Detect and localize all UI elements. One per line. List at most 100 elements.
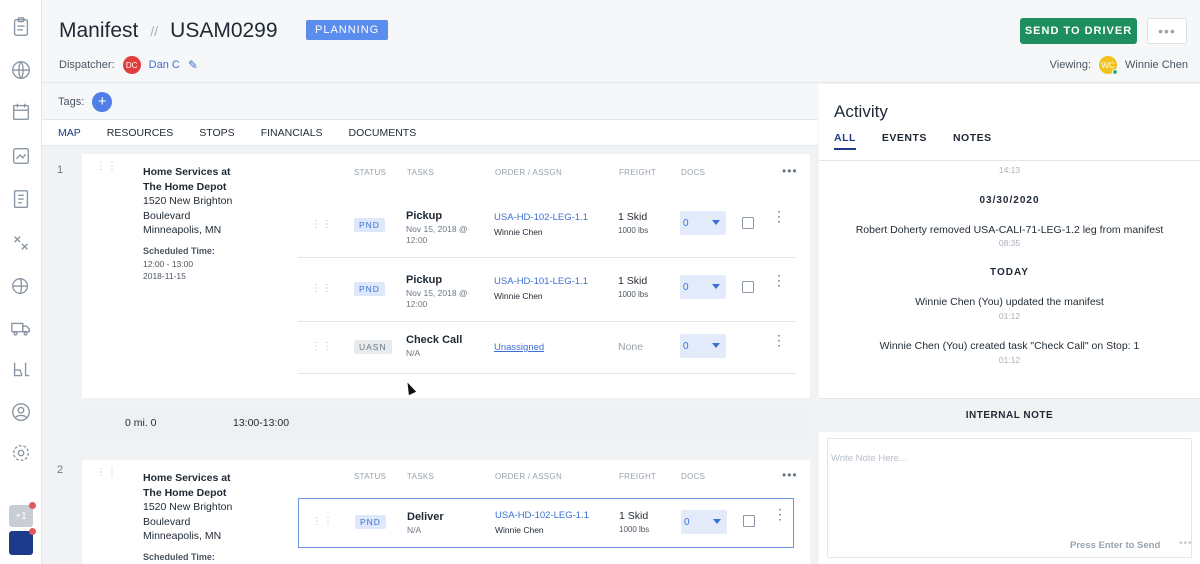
date-divider: 03/30/2020 bbox=[979, 195, 1040, 206]
more-options-button[interactable]: ••• bbox=[1147, 18, 1187, 44]
notification-badge[interactable]: +1 bbox=[9, 502, 36, 527]
docs-count: 0 bbox=[683, 217, 689, 229]
add-tag-button[interactable]: + bbox=[92, 91, 113, 112]
note-icon[interactable] bbox=[742, 217, 754, 229]
chevron-down-icon bbox=[712, 284, 720, 289]
dispatcher-name[interactable]: Dan C bbox=[149, 59, 180, 71]
task-date: Nov 15, 2018 @12:00 bbox=[406, 224, 476, 246]
task-date: N/A bbox=[407, 525, 422, 535]
docs-count: 0 bbox=[683, 281, 689, 293]
freight-weight: 1000 lbs bbox=[618, 226, 649, 235]
event-time: 01:12 bbox=[998, 355, 1021, 365]
summary-distance: 0 mi. 0 bbox=[125, 417, 157, 429]
task-name: Pickup bbox=[406, 210, 443, 222]
viewing-label: Viewing: bbox=[1049, 59, 1092, 71]
order-link[interactable]: USA-HD-102-LEG-1.1 bbox=[495, 510, 589, 521]
activity-tabs: ALL EVENTS NOTES bbox=[834, 132, 992, 150]
tab-financials[interactable]: FINANCIALS bbox=[261, 127, 323, 139]
order-link[interactable]: USA-HD-101-LEG-1.1 bbox=[494, 276, 588, 287]
invoice-icon[interactable] bbox=[9, 187, 33, 211]
col-docs: DOCS bbox=[681, 168, 706, 177]
note-input[interactable]: Write Note Here... bbox=[831, 453, 907, 464]
manifest-id: USAM0299 bbox=[170, 19, 278, 42]
send-hint: Press Enter to Send bbox=[1070, 540, 1161, 551]
stop-summary: 0 mi. 0 13:00-13:00 bbox=[82, 407, 810, 439]
col-docs: DOCS bbox=[681, 472, 706, 481]
kebab-menu-icon[interactable]: ⋮ bbox=[772, 209, 786, 223]
stop-card: ⋮⋮ Home Services at The Home Depot 1520 … bbox=[82, 154, 810, 398]
clipboard-icon[interactable] bbox=[9, 15, 33, 39]
event-text: Winnie Chen (You) created task "Check Ca… bbox=[879, 340, 1140, 352]
note-options-icon[interactable]: ••• bbox=[1179, 538, 1193, 549]
event-time: 08:35 bbox=[998, 238, 1021, 248]
tab-events[interactable]: EVENTS bbox=[882, 132, 927, 150]
tab-all[interactable]: ALL bbox=[834, 132, 856, 150]
status-badge: PLANNING bbox=[306, 20, 389, 40]
stop-name-line1: Home Services at bbox=[143, 166, 231, 178]
drag-handle-icon[interactable]: ⋮⋮ bbox=[311, 284, 333, 294]
assign-link[interactable]: Unassigned bbox=[494, 342, 544, 353]
tab-resources[interactable]: RESOURCES bbox=[107, 127, 174, 139]
task-name: Deliver bbox=[407, 511, 444, 523]
drag-handle-icon[interactable]: ⋮⋮ bbox=[96, 468, 118, 478]
order-link[interactable]: USA-HD-102-LEG-1.1 bbox=[494, 212, 588, 223]
tab-notes[interactable]: NOTES bbox=[953, 132, 992, 150]
tab-map[interactable]: MAP bbox=[58, 127, 81, 139]
routes-icon[interactable] bbox=[9, 231, 33, 255]
stop-name-line2: The Home Depot bbox=[143, 486, 227, 499]
note-icon[interactable] bbox=[742, 281, 754, 293]
location-globe-icon[interactable] bbox=[9, 274, 33, 298]
user-circle-icon[interactable] bbox=[9, 400, 33, 424]
globe-icon[interactable] bbox=[9, 58, 33, 82]
kebab-menu-icon[interactable]: ⋮ bbox=[772, 333, 786, 347]
event-time: 14:13 bbox=[998, 165, 1021, 175]
note-icon[interactable] bbox=[743, 515, 755, 527]
settings-icon[interactable] bbox=[9, 441, 33, 465]
drag-handle-icon[interactable]: ⋮⋮ bbox=[311, 220, 333, 230]
drag-handle-icon[interactable]: ⋮⋮ bbox=[311, 342, 333, 352]
docs-select[interactable]: 0 bbox=[680, 275, 726, 299]
col-order: ORDER / ASSGN bbox=[495, 472, 563, 481]
task-row[interactable]: ⋮⋮ PND Pickup Nov 15, 2018 @12:00 USA-HD… bbox=[298, 260, 796, 322]
col-tasks: TASKS bbox=[407, 472, 435, 481]
badge-dot bbox=[29, 502, 36, 509]
tags-label: Tags: bbox=[58, 95, 85, 108]
freight-weight: 1000 lbs bbox=[619, 525, 650, 534]
stop-name-line1: Home Services at bbox=[143, 472, 231, 484]
drag-handle-icon[interactable]: ⋮⋮ bbox=[96, 162, 118, 172]
activity-panel: Activity ALL EVENTS NOTES 14:13 03/30/20… bbox=[819, 84, 1200, 564]
stop-name-line2: The Home Depot bbox=[143, 180, 227, 193]
stop-number: 2 bbox=[57, 464, 64, 476]
kebab-menu-icon[interactable]: ⋮ bbox=[773, 507, 787, 521]
kebab-menu-icon[interactable]: ⋮ bbox=[772, 273, 786, 287]
drag-handle-icon[interactable]: ⋮⋮ bbox=[312, 517, 334, 527]
docs-select[interactable]: 0 bbox=[680, 211, 726, 235]
stop-menu-icon[interactable]: ••• bbox=[782, 468, 798, 482]
tab-documents[interactable]: DOCUMENTS bbox=[349, 127, 417, 139]
event-time: 01:12 bbox=[998, 311, 1021, 321]
forklift-icon[interactable] bbox=[9, 358, 33, 382]
truck-icon[interactable] bbox=[9, 316, 33, 340]
viewer-initials: WC bbox=[1101, 60, 1115, 70]
freight-qty: None bbox=[618, 341, 644, 353]
assignee: Winnie Chen bbox=[495, 525, 544, 535]
tab-stops[interactable]: STOPS bbox=[199, 127, 234, 139]
task-row[interactable]: ⋮⋮ PND Deliver N/A USA-HD-102-LEG-1.1 Wi… bbox=[298, 498, 794, 548]
calendar-icon[interactable] bbox=[9, 100, 33, 124]
task-date: Nov 15, 2018 @12:00 bbox=[406, 288, 476, 310]
docs-select[interactable]: 0 bbox=[681, 510, 727, 534]
task-time-line: 12:00 bbox=[406, 299, 428, 309]
task-name: Pickup bbox=[406, 274, 443, 286]
stop-menu-icon[interactable]: ••• bbox=[782, 164, 798, 178]
app-logo[interactable] bbox=[9, 528, 36, 555]
edit-icon[interactable]: ✎ bbox=[188, 58, 198, 72]
stop-city: Minneapolis, MN bbox=[143, 224, 222, 236]
stop-address: Home Services at The Home Depot 1520 New… bbox=[143, 471, 253, 564]
send-to-driver-button[interactable]: SEND TO DRIVER bbox=[1020, 18, 1137, 44]
task-row[interactable]: ⋮⋮ PND Pickup Nov 15, 2018 @12:00 USA-HD… bbox=[298, 196, 796, 258]
task-name: Check Call bbox=[406, 334, 463, 346]
task-row[interactable]: ⋮⋮ UASN Check Call N/A Unassigned None 0… bbox=[298, 324, 796, 374]
map-icon[interactable] bbox=[9, 144, 33, 168]
manifest-main: Tags: + MAP RESOURCES STOPS FINANCIALS D… bbox=[42, 84, 818, 564]
docs-select[interactable]: 0 bbox=[680, 334, 726, 358]
